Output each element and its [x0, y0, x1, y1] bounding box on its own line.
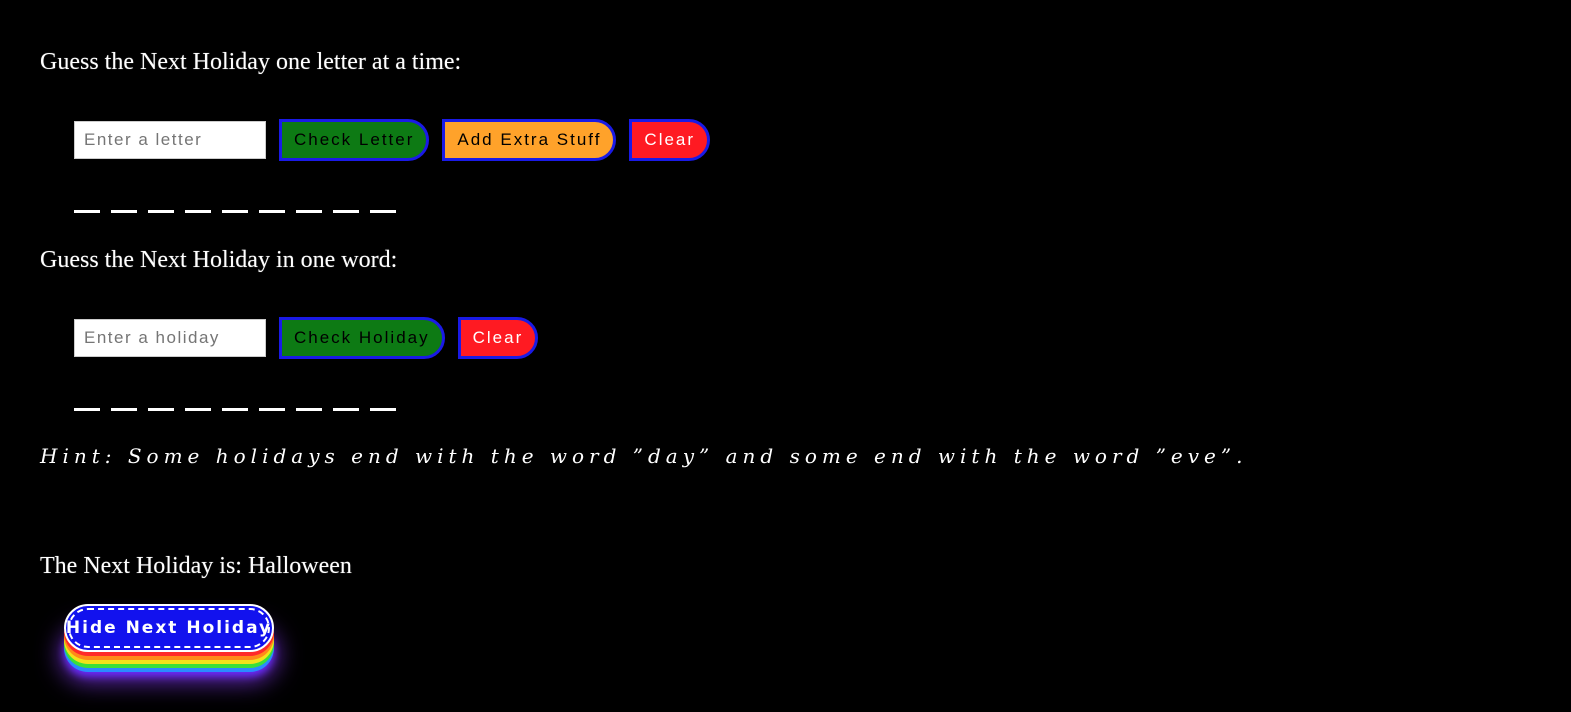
word-blank: [222, 408, 248, 411]
letter-blank: [296, 210, 322, 213]
word-blank: [148, 408, 174, 411]
word-blank: [74, 408, 100, 411]
word-guess-controls: Check Holiday Clear: [74, 317, 539, 359]
hint-text: Hint: Some holidays end with the word ”d…: [40, 444, 1248, 468]
word-blank: [259, 408, 285, 411]
word-guess-heading: Guess the Next Holiday in one word:: [40, 247, 398, 273]
holiday-input[interactable]: [74, 319, 266, 357]
letter-blanks: [74, 210, 396, 213]
letter-blank: [148, 210, 174, 213]
next-holiday-answer: The Next Holiday is: Halloween: [40, 553, 352, 579]
hide-next-holiday-button[interactable]: Hide Next Holiday: [64, 604, 274, 652]
letter-blank: [333, 210, 359, 213]
letter-blank: [222, 210, 248, 213]
letter-blank: [111, 210, 137, 213]
letter-input[interactable]: [74, 121, 266, 159]
add-extra-stuff-button[interactable]: Add Extra Stuff: [442, 119, 617, 161]
check-holiday-button[interactable]: Check Holiday: [279, 317, 445, 359]
word-blank: [296, 408, 322, 411]
letter-blank: [185, 210, 211, 213]
letter-blank: [370, 210, 396, 213]
letter-blank: [259, 210, 285, 213]
word-blank: [185, 408, 211, 411]
word-blank: [111, 408, 137, 411]
hide-next-holiday-glow: Hide Next Holiday: [64, 604, 274, 652]
clear-letter-button[interactable]: Clear: [629, 119, 711, 161]
word-blanks: [74, 408, 396, 411]
word-blank: [333, 408, 359, 411]
letter-guess-controls: Check Letter Add Extra Stuff Clear: [74, 119, 711, 161]
letter-blank: [74, 210, 100, 213]
word-blank: [370, 408, 396, 411]
clear-holiday-button[interactable]: Clear: [457, 317, 539, 359]
check-letter-button[interactable]: Check Letter: [279, 119, 430, 161]
letter-guess-heading: Guess the Next Holiday one letter at a t…: [40, 49, 462, 75]
